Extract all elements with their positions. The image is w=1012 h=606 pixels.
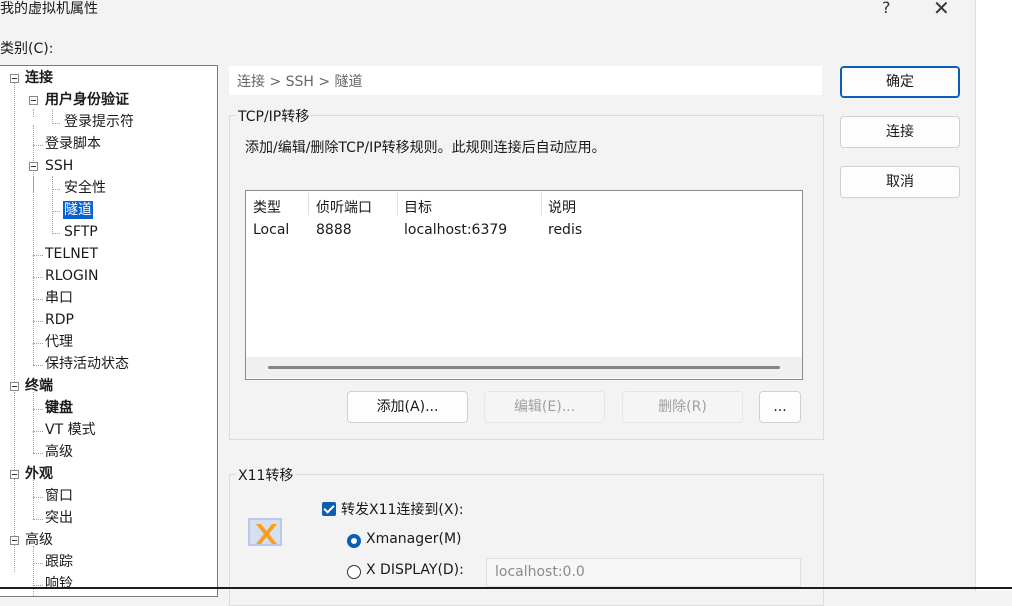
title-bar: 我的虚拟机属性 ? ✕: [0, 0, 976, 22]
tree-item-window[interactable]: 窗口: [45, 487, 73, 505]
window-title: 我的虚拟机属性: [0, 1, 98, 17]
tree-item-login-prompt[interactable]: 登录提示符: [64, 113, 134, 131]
column-header-note[interactable]: 说明: [548, 197, 576, 217]
forwarding-rules-list[interactable]: 类型 侦听端口 目标 说明 Local 8888 localhost:6379 …: [245, 190, 803, 380]
scrollbar-thumb[interactable]: [268, 366, 780, 369]
ssh-expander[interactable]: [29, 162, 38, 171]
tree-item-telnet[interactable]: TELNET: [45, 245, 98, 263]
horizontal-scrollbar[interactable]: [246, 357, 802, 378]
xmanager-radio[interactable]: [347, 534, 361, 548]
tree-item-connection[interactable]: 连接: [25, 69, 53, 87]
xmanager-icon: [247, 516, 283, 550]
tree-item-ssh[interactable]: SSH: [45, 157, 73, 175]
tree-item-tunnel[interactable]: 隧道: [63, 201, 93, 219]
column-header-port[interactable]: 侦听端口: [316, 197, 372, 217]
xdisplay-radio[interactable]: [347, 565, 361, 579]
tcpip-description: 添加/编辑/删除TCP/IP转移规则。此规则连接后自动应用。: [245, 140, 606, 156]
connect-button[interactable]: 连接: [840, 116, 960, 148]
tcpip-group-label: TCP/IP转移: [236, 106, 312, 126]
cell-type: Local: [253, 222, 290, 238]
tree-item-keepalive[interactable]: 保持活动状态: [45, 355, 129, 373]
user-auth-expander[interactable]: [29, 96, 38, 105]
tree-item-login-script[interactable]: 登录脚本: [45, 135, 101, 153]
cell-note: redis: [548, 222, 583, 238]
connection-expander[interactable]: [10, 74, 19, 83]
tree-item-sftp[interactable]: SFTP: [64, 223, 98, 241]
tree-item-appearance[interactable]: 外观: [25, 465, 53, 483]
close-button[interactable]: ✕: [933, 0, 950, 20]
forward-x11-label: 转发X11连接到(X):: [341, 502, 464, 518]
tree-item-serial[interactable]: 串口: [45, 289, 73, 307]
tree-item-security[interactable]: 安全性: [64, 179, 106, 197]
cancel-button[interactable]: 取消: [840, 166, 960, 198]
tree-item-vt-mode[interactable]: VT 模式: [45, 421, 96, 439]
category-tree[interactable]: 连接 用户身份验证 登录提示符 登录脚本 SSH 安全性 隧道 SFTP TEL…: [0, 65, 218, 597]
tree-item-user-auth[interactable]: 用户身份验证: [45, 91, 129, 109]
x11-group-label: X11转移: [236, 465, 296, 485]
ok-button[interactable]: 确定: [840, 66, 960, 98]
advanced-expander[interactable]: [10, 536, 19, 545]
cell-port: 8888: [316, 222, 352, 238]
bottom-edge: [0, 587, 1012, 589]
help-button[interactable]: ?: [882, 0, 891, 17]
tree-item-proxy[interactable]: 代理: [45, 333, 73, 351]
edit-rule-button[interactable]: 编辑(E)...: [484, 391, 605, 423]
column-header-target[interactable]: 目标: [404, 197, 432, 217]
tree-item-rdp[interactable]: RDP: [45, 311, 74, 329]
forward-x11-checkbox[interactable]: [322, 502, 336, 516]
more-button[interactable]: ...: [759, 391, 801, 423]
tree-item-trace[interactable]: 跟踪: [45, 553, 73, 571]
breadcrumb-text: 连接 > SSH > 隧道: [237, 74, 363, 90]
terminal-expander[interactable]: [10, 382, 19, 391]
cell-target: localhost:6379: [404, 222, 508, 238]
add-rule-button[interactable]: 添加(A)...: [347, 391, 468, 423]
category-label: 类别(C):: [0, 41, 54, 57]
breadcrumb: 连接 > SSH > 隧道: [229, 66, 822, 95]
xdisplay-label: X DISPLAY(D):: [366, 562, 464, 578]
tree-item-terminal-advanced[interactable]: 高级: [45, 443, 73, 461]
delete-rule-button[interactable]: 删除(R): [622, 391, 743, 423]
xdisplay-input[interactable]: localhost:0.0: [486, 558, 801, 587]
column-header-type[interactable]: 类型: [253, 197, 281, 217]
tree-item-bell[interactable]: 响铃: [45, 575, 73, 593]
tree-item-highlight[interactable]: 突出: [45, 509, 73, 527]
xmanager-label: Xmanager(M): [366, 531, 462, 547]
tree-item-advanced[interactable]: 高级: [25, 531, 53, 549]
tree-item-keyboard[interactable]: 键盘: [45, 399, 73, 417]
tree-item-terminal[interactable]: 终端: [25, 377, 53, 395]
tree-item-rlogin[interactable]: RLOGIN: [45, 267, 99, 285]
appearance-expander[interactable]: [10, 470, 19, 479]
background-strip: [976, 0, 1012, 591]
